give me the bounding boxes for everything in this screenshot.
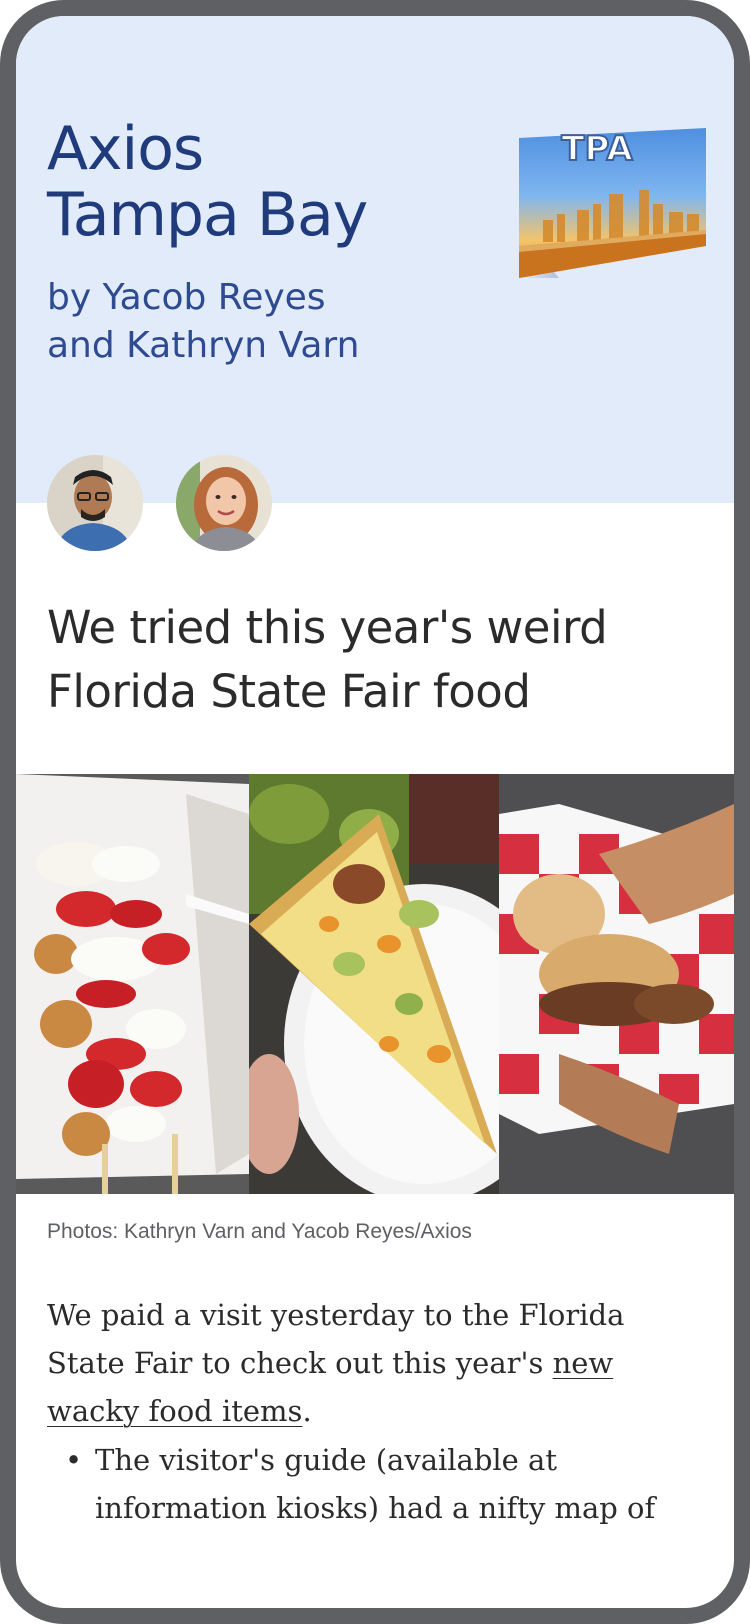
headline-line2: Florida State Fair food <box>47 665 531 718</box>
bullet-text: The visitor's guide (available at inform… <box>95 1443 656 1525</box>
newsletter-title: Axios Tampa Bay <box>47 116 507 248</box>
phone-frame: Axios Tampa Bay by Yacob Reyes and Kathr… <box>0 0 750 1624</box>
newsletter-byline: by Yacob Reyes and Kathryn Varn <box>47 274 467 370</box>
paragraph-text: We paid a visit yesterday to the Florida… <box>47 1298 625 1380</box>
author-avatar-kathryn <box>176 455 272 551</box>
bullet-dot-icon: • <box>65 1443 83 1477</box>
byline-line1: by Yacob Reyes <box>47 277 326 318</box>
photo-caption: Photos: Kathryn Varn and Yacob Reyes/Axi… <box>47 1220 472 1243</box>
list-item: • The visitor's guide (available at info… <box>47 1436 697 1532</box>
newsletter-title-line2: Tampa Bay <box>47 180 368 250</box>
tpa-postcard-image: TPA <box>519 128 706 278</box>
burger-photo <box>499 774 734 1194</box>
strawberry-funnel-cake-photo <box>16 774 249 1194</box>
paragraph-end: . <box>302 1394 312 1428</box>
newsletter-title-line1: Axios <box>47 114 204 184</box>
article-headline: We tried this year's weird Florida State… <box>47 596 707 724</box>
pickle-pizza-photo <box>249 774 499 1194</box>
headline-line1: We tried this year's weird <box>47 601 608 654</box>
byline-line2: and Kathryn Varn <box>47 325 360 366</box>
author-avatar-yacob <box>47 455 143 551</box>
article-bullet-list: • The visitor's guide (available at info… <box>47 1436 697 1532</box>
newsletter-hero: Axios Tampa Bay by Yacob Reyes and Kathr… <box>16 16 734 503</box>
article-paragraph: We paid a visit yesterday to the Florida… <box>47 1291 707 1435</box>
postcard-text: TPA <box>561 129 633 169</box>
article-photo-collage[interactable] <box>16 774 734 1194</box>
